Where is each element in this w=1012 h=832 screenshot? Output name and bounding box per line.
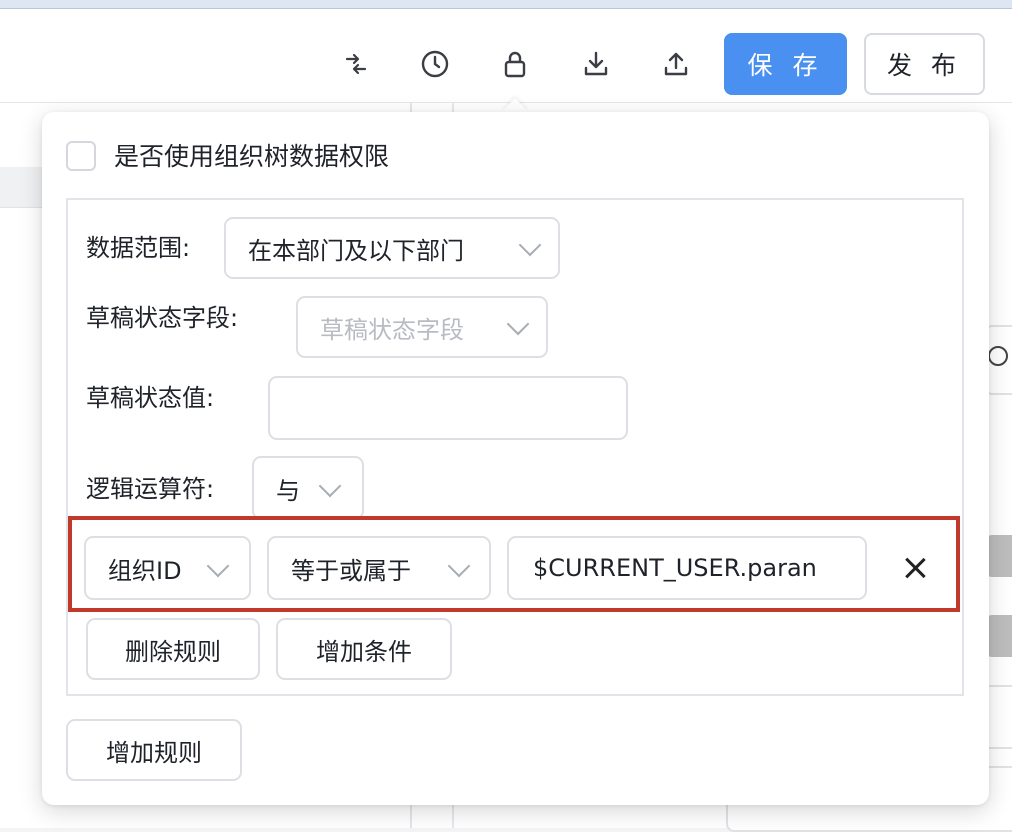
- background-button: [986, 535, 1012, 577]
- top-strip: [0, 0, 1012, 9]
- condition-operator-select[interactable]: 等于或属于: [267, 536, 491, 600]
- save-button[interactable]: 保 存: [724, 33, 847, 95]
- download-icon[interactable]: [577, 45, 615, 83]
- add-condition-button[interactable]: 增加条件: [276, 618, 452, 680]
- chevron-down-icon: [318, 474, 342, 498]
- scope-value: 在本部门及以下部门: [248, 236, 464, 265]
- logic-select[interactable]: 与: [252, 456, 364, 520]
- scope-label: 数据范围:: [86, 234, 191, 262]
- chevron-down-icon: [506, 312, 530, 336]
- publish-button[interactable]: 发 布: [864, 33, 985, 95]
- collapse-icon[interactable]: [337, 45, 375, 83]
- chevron-down-icon: [206, 554, 230, 578]
- chevron-down-icon: [518, 233, 542, 257]
- scope-select[interactable]: 在本部门及以下部门: [224, 217, 560, 279]
- logic-value: 与: [276, 476, 300, 505]
- draft-value-input[interactable]: [268, 376, 628, 440]
- delete-rule-button[interactable]: 删除规则: [86, 618, 260, 680]
- condition-value-input[interactable]: $CURRENT_USER.paran: [507, 536, 867, 600]
- background-control: [986, 685, 1012, 749]
- condition-field-value: 组织ID: [108, 556, 182, 585]
- history-icon[interactable]: [416, 45, 454, 83]
- header-toolbar: 保 存 发 布: [0, 9, 1012, 103]
- lock-icon[interactable]: [496, 45, 534, 83]
- logic-label: 逻辑运算符:: [86, 475, 215, 503]
- draft-field-placeholder: 草稿状态字段: [320, 315, 464, 344]
- add-rule-button[interactable]: 增加规则: [66, 719, 242, 781]
- chevron-down-icon: [447, 554, 471, 578]
- remove-condition-icon[interactable]: [900, 553, 930, 583]
- condition-operator-value: 等于或属于: [291, 556, 411, 585]
- upload-icon[interactable]: [657, 45, 695, 83]
- condition-field-select[interactable]: 组织ID: [84, 536, 251, 600]
- org-tree-permission-checkbox[interactable]: [66, 141, 96, 171]
- draft-field-label: 草稿状态字段:: [86, 304, 239, 332]
- condition-value: $CURRENT_USER.paran: [533, 554, 817, 582]
- globe-icon: [988, 346, 1008, 366]
- draft-field-select[interactable]: 草稿状态字段: [296, 296, 548, 358]
- org-tree-permission-label: 是否使用组织树数据权限: [114, 142, 390, 171]
- background-button: [986, 615, 1012, 657]
- draft-value-label: 草稿状态值:: [86, 384, 215, 412]
